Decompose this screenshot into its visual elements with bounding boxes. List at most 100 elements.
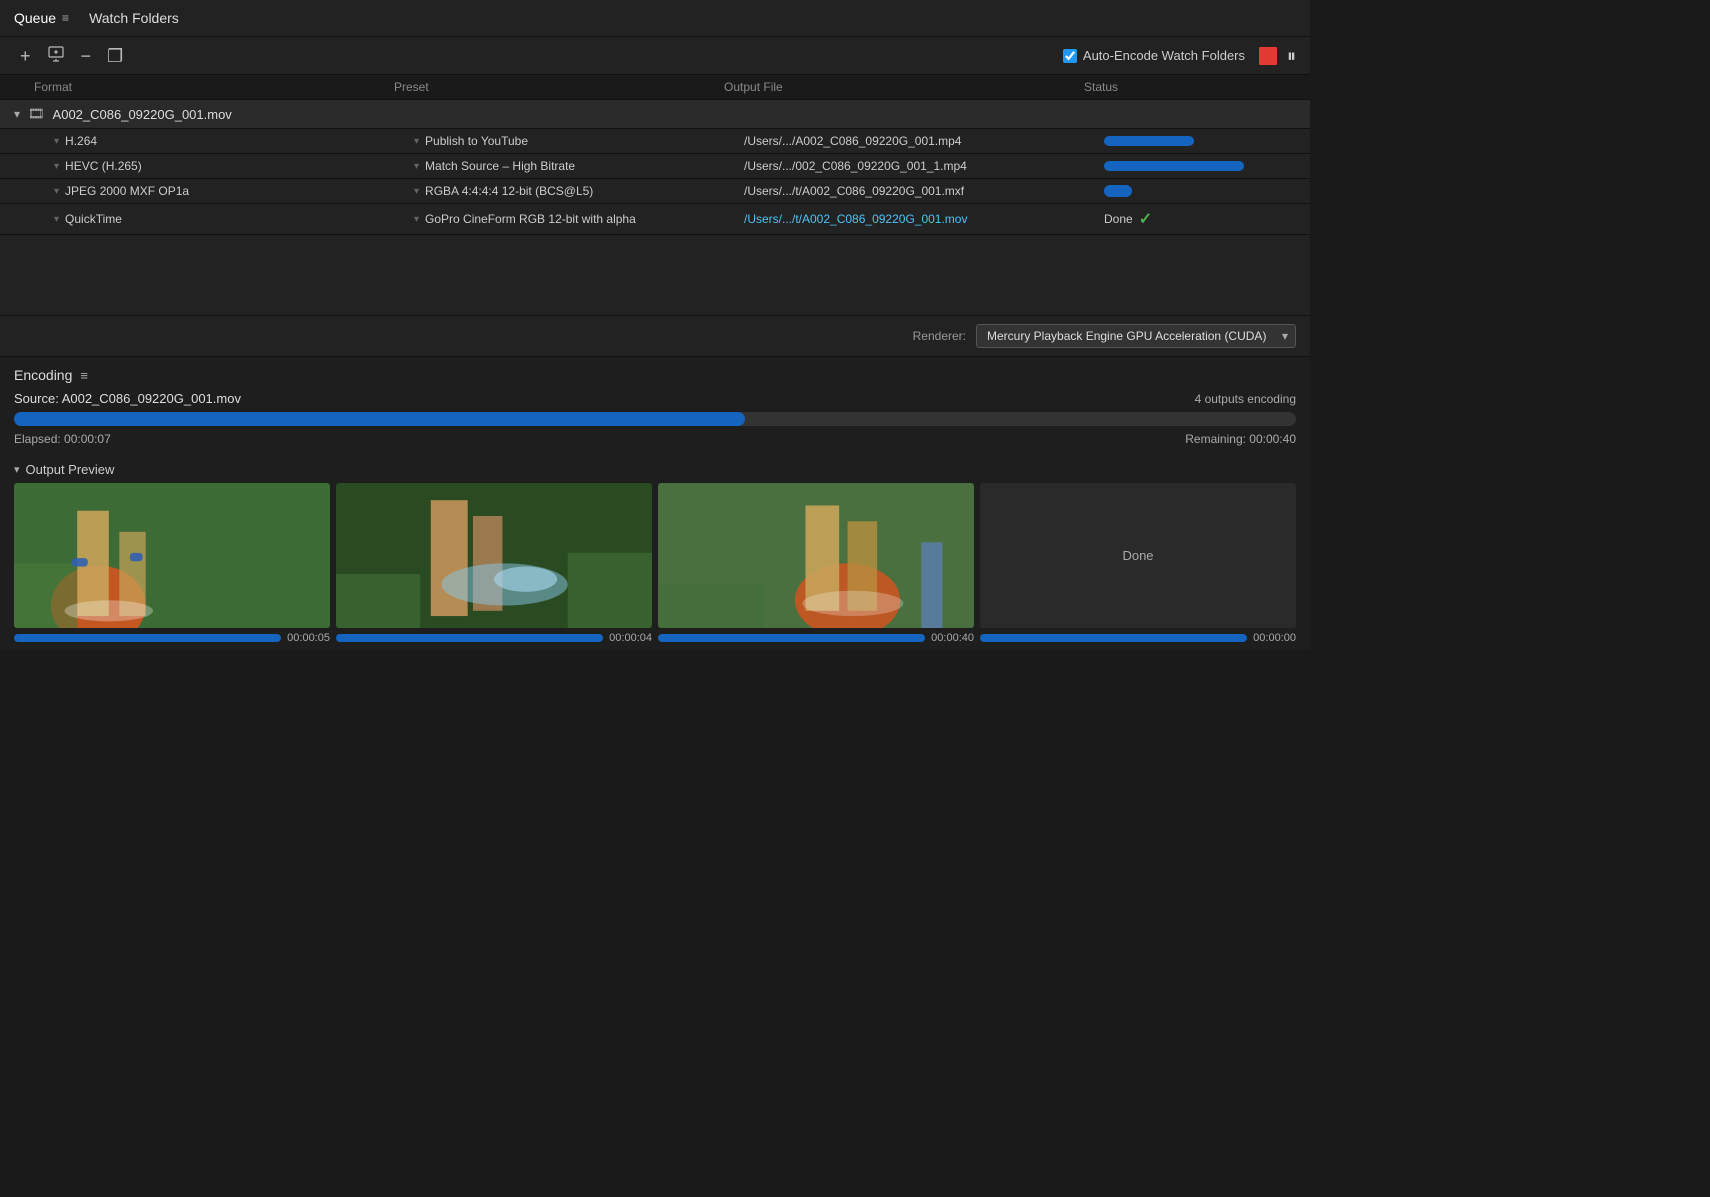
remove-button[interactable]: − [75, 45, 98, 67]
queue-table-header: Format Preset Output File Status [0, 75, 1310, 100]
format-cell: ▾ HEVC (H.265) [54, 159, 414, 173]
duplicate-button[interactable]: ❐ [101, 45, 129, 67]
remaining-label: Remaining: 00:00:40 [1185, 432, 1296, 446]
output-path: /Users/.../t/A002_C086_09220G_001.mov [744, 212, 1104, 226]
preview-item-4: Done 00:00:00 [980, 483, 1296, 644]
renderer-select[interactable]: Mercury Playback Engine GPU Acceleration… [976, 324, 1296, 348]
preset-cell: ▾ RGBA 4:4:4:4 12-bit (BCS@L5) [414, 184, 744, 198]
row-chevron-icon: ▾ [54, 161, 59, 172]
output-preview-header: ▾ Output Preview [14, 454, 1296, 483]
checkmark-icon: ✓ [1139, 209, 1152, 229]
format-cell: ▾ H.264 [54, 134, 414, 148]
format-label: HEVC (H.265) [65, 159, 142, 173]
progress-bar [1104, 136, 1194, 146]
preview-time-2: 00:00:04 [609, 632, 652, 644]
film-icon: 🎞 [28, 106, 45, 122]
preview-chevron-icon: ▾ [14, 463, 20, 476]
encoding-title: Encoding [14, 367, 72, 383]
toolbar: + − ❐ Auto-Encode Watch Folders ⏸ [0, 37, 1310, 75]
status-cell [1104, 136, 1296, 146]
preset-cell: ▾ GoPro CineForm RGB 12-bit with alpha [414, 212, 744, 226]
source-row[interactable]: ▾ 🎞 A002_C086_09220G_001.mov [0, 100, 1310, 129]
row-chevron-icon: ▾ [54, 136, 59, 147]
outputs-count: 4 outputs encoding [1195, 392, 1296, 406]
done-preview-label: Done [1122, 548, 1153, 563]
stop-button[interactable] [1259, 47, 1277, 65]
preset-cell: ▾ Match Source – High Bitrate [414, 159, 744, 173]
format-label: H.264 [65, 134, 97, 148]
add-button[interactable]: + [14, 45, 37, 67]
add-output-icon [47, 45, 65, 63]
watch-folders-label: Watch Folders [89, 10, 179, 26]
previews-grid: 00:00:05 00:00:04 [14, 483, 1296, 650]
encoding-source-row: Source: A002_C086_09220G_001.mov 4 outpu… [14, 391, 1296, 406]
elapsed-label: Elapsed: 00:00:07 [14, 432, 111, 446]
queue-tab[interactable]: Queue ≡ [14, 8, 69, 28]
encoding-section: Encoding ≡ Source: A002_C086_09220G_001.… [0, 357, 1310, 650]
table-row: ▾ HEVC (H.265) ▾ Match Source – High Bit… [0, 154, 1310, 179]
status-cell [1104, 161, 1296, 171]
col-output: Output File [724, 80, 1084, 94]
preset-chevron-icon: ▾ [414, 136, 419, 147]
pause-button[interactable]: ⏸ [1287, 47, 1296, 65]
row-chevron-icon: ▾ [54, 214, 59, 225]
progress-bar [1104, 161, 1244, 171]
preview-time-3: 00:00:40 [931, 632, 974, 644]
preview-progress-row-2: 00:00:04 [336, 632, 652, 644]
output-preview-label: Output Preview [26, 462, 115, 477]
col-format: Format [34, 80, 394, 94]
format-cell: ▾ JPEG 2000 MXF OP1a [54, 184, 414, 198]
renderer-bar: Renderer: Mercury Playback Engine GPU Ac… [0, 315, 1310, 357]
top-nav: Queue ≡ Watch Folders [0, 0, 1310, 37]
table-row: ▾ QuickTime ▾ GoPro CineForm RGB 12-bit … [0, 204, 1310, 235]
col-status: Status [1084, 80, 1284, 94]
output-path: /Users/.../002_C086_09220G_001_1.mp4 [744, 159, 1104, 173]
preview-image-2 [336, 483, 652, 628]
output-path: /Users/.../t/A002_C086_09220G_001.mxf [744, 184, 1104, 198]
watch-folders-tab[interactable]: Watch Folders [89, 8, 179, 28]
source-filename: A002_C086_09220G_001.mov [53, 107, 232, 122]
toggle-indicator [1104, 185, 1132, 197]
preset-label: Publish to YouTube [425, 134, 528, 148]
preview-progress-row-4: 00:00:00 [980, 632, 1296, 644]
preview-progress-row-3: 00:00:40 [658, 632, 974, 644]
auto-encode-label: Auto-Encode Watch Folders [1063, 48, 1245, 63]
queue-tab-label: Queue [14, 10, 56, 26]
encoding-source: Source: A002_C086_09220G_001.mov [14, 391, 241, 406]
queue-menu-icon: ≡ [62, 11, 69, 25]
status-cell [1104, 185, 1296, 197]
source-chevron-icon[interactable]: ▾ [14, 107, 20, 121]
table-row: ▾ JPEG 2000 MXF OP1a ▾ RGBA 4:4:4:4 12-b… [0, 179, 1310, 204]
preset-chevron-icon: ▾ [414, 161, 419, 172]
main-progress-bar [14, 412, 745, 426]
preview-thumb-4: Done [980, 483, 1296, 628]
queue-empty-area [0, 235, 1310, 315]
preview-progress-row-1: 00:00:05 [14, 632, 330, 644]
preview-item-3: 00:00:40 [658, 483, 974, 644]
preview-progress-bar-3 [658, 634, 925, 642]
preview-image-3 [658, 483, 974, 628]
preview-thumb-3 [658, 483, 974, 628]
preview-progress-bar-2 [336, 634, 603, 642]
status-cell: Done ✓ [1104, 209, 1296, 229]
timing-row: Elapsed: 00:00:07 Remaining: 00:00:40 [14, 432, 1296, 446]
renderer-select-wrap: Mercury Playback Engine GPU Acceleration… [976, 324, 1296, 348]
main-progress-track [14, 412, 1296, 426]
format-label: QuickTime [65, 212, 122, 226]
preview-time-4: 00:00:00 [1253, 632, 1296, 644]
table-row: ▾ H.264 ▾ Publish to YouTube /Users/.../… [0, 129, 1310, 154]
col-preset: Preset [394, 80, 724, 94]
auto-encode-text: Auto-Encode Watch Folders [1083, 48, 1245, 63]
preview-time-1: 00:00:05 [287, 632, 330, 644]
preset-label: Match Source – High Bitrate [425, 159, 575, 173]
preview-item-2: 00:00:04 [336, 483, 652, 644]
format-cell: ▾ QuickTime [54, 212, 414, 226]
encoding-header: Encoding ≡ [14, 367, 1296, 383]
auto-encode-checkbox[interactable] [1063, 49, 1077, 63]
format-label: JPEG 2000 MXF OP1a [65, 184, 189, 198]
add-output-button[interactable] [41, 43, 71, 68]
output-path: /Users/.../A002_C086_09220G_001.mp4 [744, 134, 1104, 148]
preset-label: GoPro CineForm RGB 12-bit with alpha [425, 212, 636, 226]
encoding-menu-icon: ≡ [80, 368, 88, 383]
preset-cell: ▾ Publish to YouTube [414, 134, 744, 148]
